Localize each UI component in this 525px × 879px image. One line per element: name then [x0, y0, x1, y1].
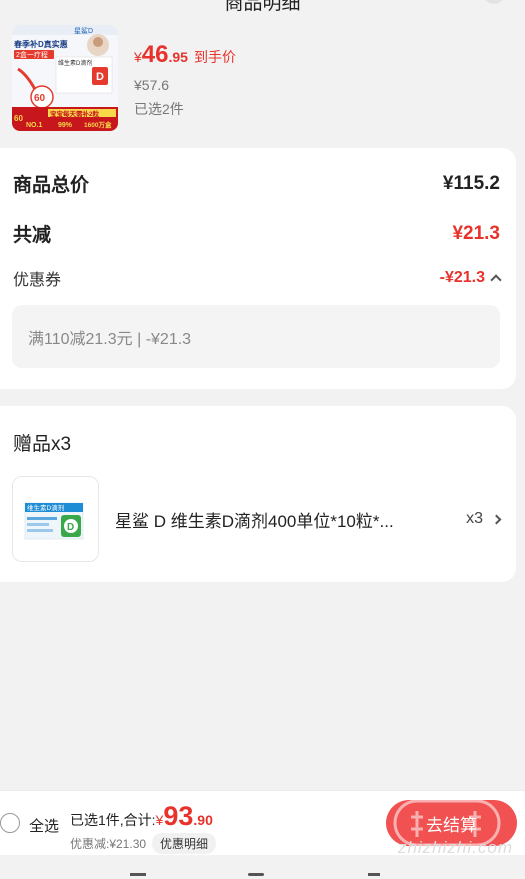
total-symbol: ¥	[155, 812, 164, 828]
thumb-pct: 99%	[58, 122, 73, 129]
chevron-up-icon[interactable]	[490, 274, 502, 286]
page-title: 商品明细	[224, 0, 301, 14]
final-price: ¥ 46 .95 到手价	[134, 41, 236, 69]
thumb-pkg: 维生素D滴剂	[58, 59, 92, 67]
discount-detail-button[interactable]: 优惠明细	[152, 833, 217, 854]
gift-name: 星鲨 D 维生素D滴剂400单位*10粒*...	[115, 511, 394, 531]
reduced-label: 共减	[13, 225, 52, 246]
chevron-right-icon[interactable]	[491, 514, 502, 524]
nav-menu-icon[interactable]	[130, 873, 146, 876]
coupon-value-wrap: -¥21.3	[439, 269, 502, 287]
total-integer: 93	[163, 801, 194, 831]
price-tag: 到手价	[193, 49, 236, 65]
thumb-banner: 宝宝每天需补2粒	[50, 109, 100, 118]
thumb-headline: 春季补D真实惠	[14, 39, 68, 49]
total-prefix: 已选1件,合计:	[70, 812, 156, 828]
select-all-label[interactable]: 全选	[29, 815, 59, 836]
select-all-radio[interactable]	[0, 813, 20, 833]
system-nav-bar	[0, 855, 525, 879]
price-integer: 46	[141, 41, 169, 68]
thumb-sales: 1600万盒	[84, 120, 112, 129]
thumb-badge: 60	[34, 93, 46, 104]
total-price-row: 商品总价 ¥115.2	[13, 170, 500, 197]
gift-image[interactable]: 维生素D滴剂 D	[12, 476, 99, 562]
gift-qty: x3	[466, 510, 483, 527]
gifts-card: 赠品x3 维生素D滴剂 D 星鲨 D 维生素D滴剂400单位*10粒*... x…	[0, 406, 516, 582]
gift-thumb-label: 维生素D滴剂	[27, 503, 64, 512]
gift-image-art: 维生素D滴剂 D	[13, 477, 98, 561]
selected-count: 已选2件	[134, 101, 184, 117]
nav-back-icon[interactable]	[368, 873, 380, 876]
product-image-art: 星鲨D 春季补D真实惠 2盒一疗程 维生素D滴剂 D 60 宝宝每天需补2粒 6…	[12, 25, 118, 131]
nav-home-icon[interactable]	[248, 873, 264, 876]
reduced-value: ¥21.3	[452, 222, 500, 244]
original-price: ¥57.6	[134, 77, 170, 93]
thumb-brand: 星鲨D	[74, 27, 93, 35]
total-decimal: .90	[193, 812, 213, 828]
coupon-value: -¥21.3	[439, 269, 485, 286]
total-price-label: 商品总价	[13, 175, 90, 196]
coupon-label: 优惠券	[13, 272, 62, 289]
coupon-row[interactable]: 优惠券 -¥21.3	[13, 266, 502, 290]
reduced-row: 共减 ¥21.3	[13, 220, 500, 247]
svg-text:D: D	[96, 71, 104, 83]
price-summary-card: 商品总价 ¥115.2 共减 ¥21.3 优惠券 -¥21.3 满110减21.…	[0, 148, 516, 389]
svg-text:D: D	[67, 522, 74, 533]
gifts-title: 赠品x3	[13, 434, 72, 455]
total-line: 已选1件,合计: ¥ 93 .90	[70, 801, 213, 832]
svg-text:60: 60	[14, 114, 23, 123]
thumb-no1: NO.1	[26, 122, 42, 129]
gift-item[interactable]: 维生素D滴剂 D 星鲨 D 维生素D滴剂400单位*10粒*... x3	[12, 476, 502, 562]
price-symbol: ¥	[134, 49, 142, 65]
thumb-sub: 2盒一疗程	[16, 50, 48, 59]
coupon-detail: 满110减21.3元 | -¥21.3	[12, 305, 500, 368]
discount-line: 优惠减:¥21.30 优惠明细	[70, 833, 217, 854]
discount-text: 优惠减:¥21.30	[70, 837, 147, 851]
product-image[interactable]: 星鲨D 春季补D真实惠 2盒一疗程 维生素D滴剂 D 60 宝宝每天需补2粒 6…	[12, 25, 118, 131]
price-decimal: .95	[168, 49, 188, 65]
product-info: ¥ 46 .95 到手价 ¥57.6 已选2件	[134, 25, 236, 131]
product-summary: 星鲨D 春季补D真实惠 2盒一疗程 维生素D滴剂 D 60 宝宝每天需补2粒 6…	[12, 25, 236, 131]
gift-qty-wrap: x3	[466, 510, 502, 528]
total-price-value: ¥115.2	[442, 172, 500, 194]
